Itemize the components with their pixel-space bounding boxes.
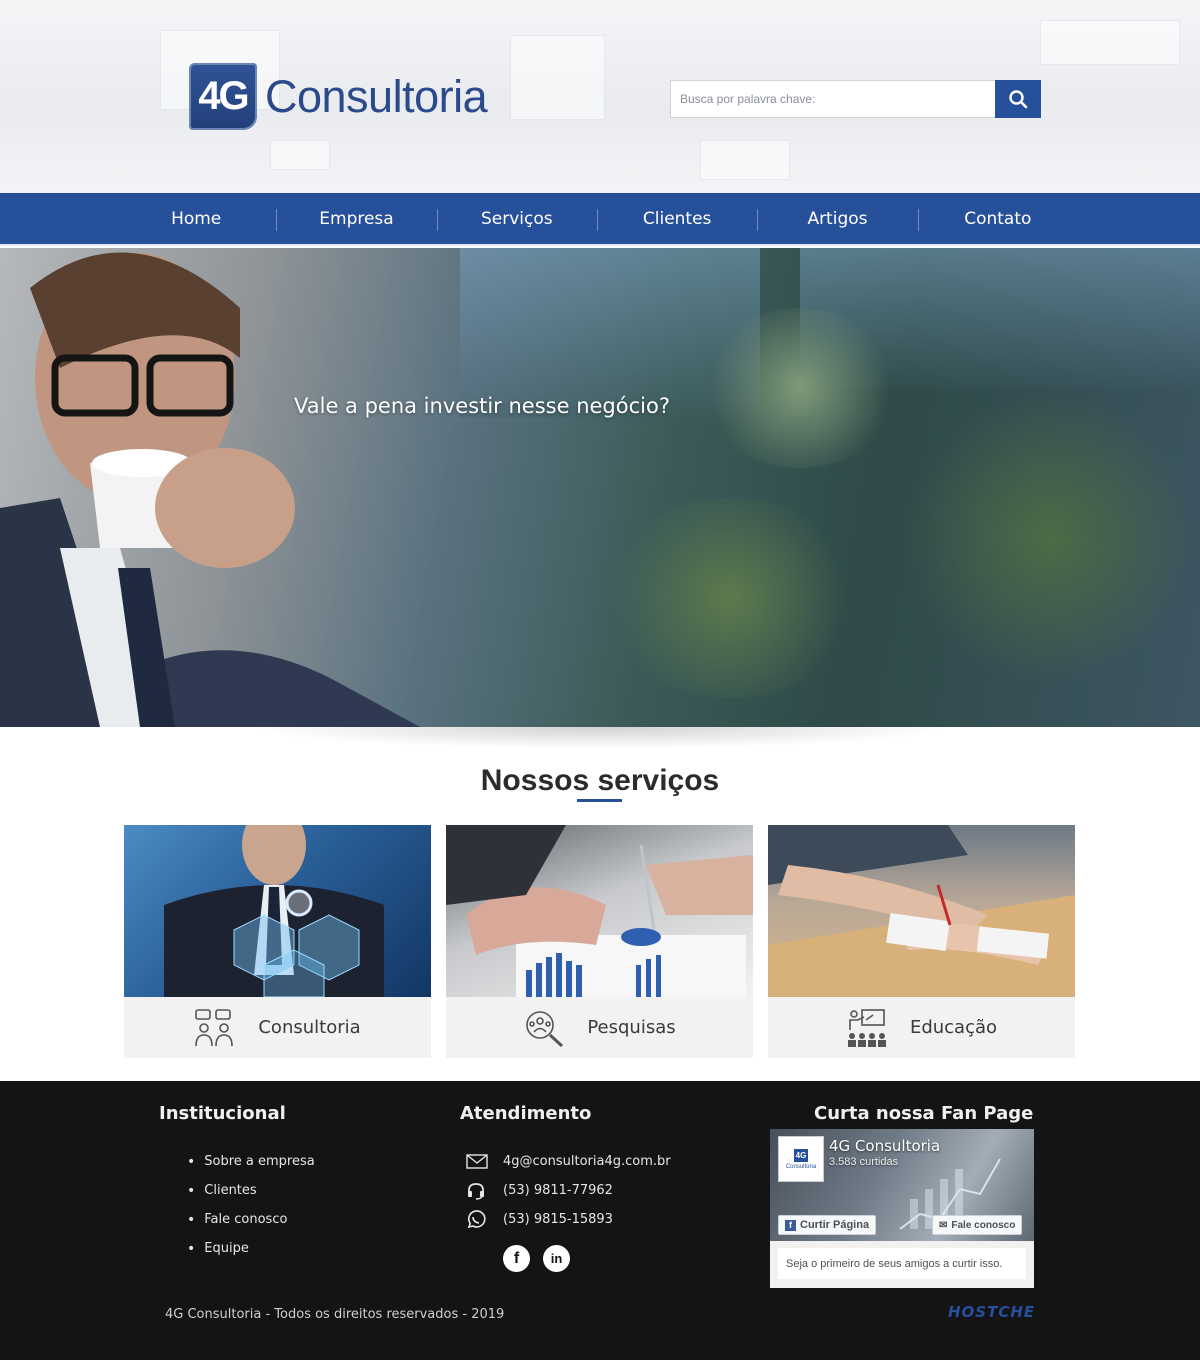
list-item: Equipe — [187, 1234, 315, 1263]
nav-link-contato[interactable]: Contato — [964, 209, 1031, 229]
fanpage-avatar-text: Consultoria — [785, 1163, 817, 1170]
fanpage-message-button[interactable]: ✉ Fale conosco — [932, 1215, 1023, 1235]
site-header: 4G Consultoria — [0, 0, 1200, 193]
service-label: Pesquisas — [587, 1017, 676, 1038]
site-footer: Institucional Sobre a empresa Clientes F… — [0, 1081, 1200, 1360]
nav-item-artigos: Artigos — [757, 193, 917, 244]
service-image-educacao — [768, 825, 1075, 997]
hero-foliage — [700, 308, 900, 468]
whatsapp-icon — [467, 1209, 486, 1228]
nav-item-contato: Contato — [917, 193, 1078, 244]
copyright-text: 4G Consultoria - Todos os direitos reser… — [165, 1307, 505, 1322]
linkedin-icon[interactable]: in — [543, 1245, 570, 1272]
service-card-footer: Educação — [768, 997, 1075, 1058]
services-title: Nossos serviços — [480, 764, 720, 797]
logo-text: Consultoria — [265, 70, 488, 122]
fanpage-friends-text: Seja o primeiro de seus amigos a curtir … — [778, 1248, 1026, 1279]
service-label: Educação — [909, 1017, 998, 1038]
main-nav: Home Empresa Serviços Clientes Artigos C… — [0, 193, 1200, 246]
nav-link-empresa[interactable]: Empresa — [319, 209, 393, 229]
fanpage-avatar-mark: 4G — [794, 1148, 808, 1162]
search-form — [670, 80, 1041, 118]
contact-phone: (53) 9811-77962 — [503, 1183, 613, 1198]
footer-link-clientes[interactable]: Clientes — [204, 1183, 256, 1198]
header-bg-decor — [270, 140, 330, 170]
nav-item-clientes: Clientes — [596, 193, 757, 244]
nav-item-empresa: Empresa — [276, 193, 436, 244]
contact-email-row: 4g@consultoria4g.com.br — [466, 1147, 671, 1176]
nav-item-servicos: Serviços — [436, 193, 597, 244]
hero-banner: Vale a pena investir nesse negócio? — [0, 248, 1200, 727]
contact-whatsapp-row: (53) 9815-15893 — [466, 1205, 671, 1234]
search-input[interactable] — [670, 80, 995, 118]
hero-shadow — [250, 727, 950, 749]
fanpage-like-button[interactable]: f Curtir Página — [778, 1215, 877, 1235]
footer-fanpage-title: Curta nossa Fan Page — [814, 1103, 1034, 1124]
footer-link-equipe[interactable]: Equipe — [204, 1241, 249, 1256]
footer-atendimento-title: Atendimento — [460, 1103, 592, 1124]
nav-item-home: Home — [116, 193, 276, 244]
service-image-pesquisas — [446, 825, 753, 997]
footer-link-fale-conosco[interactable]: Fale conosco — [204, 1212, 287, 1227]
services-title-underline — [577, 799, 622, 802]
classroom-icon — [847, 1008, 886, 1047]
list-item: Clientes — [187, 1176, 315, 1205]
nav-link-artigos[interactable]: Artigos — [807, 209, 867, 229]
site-logo[interactable]: 4G Consultoria — [189, 63, 488, 130]
social-links: f in — [503, 1245, 570, 1272]
hero-foliage — [900, 398, 1200, 678]
nav-link-clientes[interactable]: Clientes — [643, 209, 712, 229]
fanpage-likes: 3.583 curtidas — [829, 1156, 899, 1168]
fanpage-like-label: Curtir Página — [800, 1219, 870, 1231]
hero-foliage — [600, 498, 860, 698]
hero-businessman-image — [0, 252, 420, 727]
search-button[interactable] — [995, 80, 1041, 118]
service-card-footer: Consultoria — [124, 997, 431, 1058]
service-label: Consultoria — [258, 1017, 361, 1038]
footer-link-sobre[interactable]: Sobre a empresa — [204, 1154, 314, 1169]
hero-caption: Vale a pena investir nesse negócio? — [294, 394, 670, 418]
research-magnifier-icon — [526, 1010, 564, 1047]
service-card-consultoria[interactable]: Consultoria — [124, 825, 431, 1058]
envelope-icon — [466, 1154, 488, 1169]
list-item: Sobre a empresa — [187, 1147, 314, 1176]
facebook-icon: f — [785, 1219, 796, 1231]
service-card-footer: Pesquisas — [446, 997, 753, 1058]
consulting-people-icon — [195, 1008, 234, 1046]
fanpage-avatar[interactable]: 4G Consultoria — [778, 1136, 824, 1182]
nav-link-home[interactable]: Home — [171, 209, 221, 229]
search-icon — [1009, 90, 1028, 109]
developer-logo[interactable]: HOSTCHE — [948, 1303, 1035, 1321]
services-cards: Consultoria Pesquisas Educação — [124, 825, 1075, 1058]
facebook-page-widget: 4G Consultoria 4G Consultoria 3.583 curt… — [770, 1129, 1034, 1288]
fanpage-message-label: Fale conosco — [951, 1219, 1016, 1231]
footer-contact: 4g@consultoria4g.com.br (53) 9811-77962 … — [466, 1147, 671, 1234]
fanpage-cover[interactable]: 4G Consultoria 4G Consultoria 3.583 curt… — [770, 1129, 1034, 1241]
service-image-consultoria — [124, 825, 431, 997]
header-bg-decor — [700, 140, 790, 180]
headset-icon — [468, 1182, 484, 1200]
nav-link-servicos[interactable]: Serviços — [481, 209, 553, 229]
service-card-educacao[interactable]: Educação — [768, 825, 1075, 1058]
footer-institucional-title: Institucional — [159, 1103, 286, 1124]
contact-whatsapp: (53) 9815-15893 — [503, 1212, 613, 1227]
header-bg-decor — [1040, 20, 1180, 65]
facebook-icon[interactable]: f — [503, 1245, 530, 1272]
service-card-pesquisas[interactable]: Pesquisas — [446, 825, 753, 1058]
header-bg-decor — [510, 35, 605, 120]
contact-phone-row: (53) 9811-77962 — [466, 1176, 671, 1205]
footer-institucional-list: Sobre a empresa Clientes Fale conosco Eq… — [187, 1147, 315, 1263]
list-item: Fale conosco — [187, 1205, 315, 1234]
logo-mark: 4G — [189, 63, 257, 130]
fanpage-name[interactable]: 4G Consultoria — [829, 1137, 940, 1155]
contact-email-link[interactable]: 4g@consultoria4g.com.br — [503, 1154, 671, 1169]
envelope-icon: ✉ — [939, 1219, 948, 1231]
